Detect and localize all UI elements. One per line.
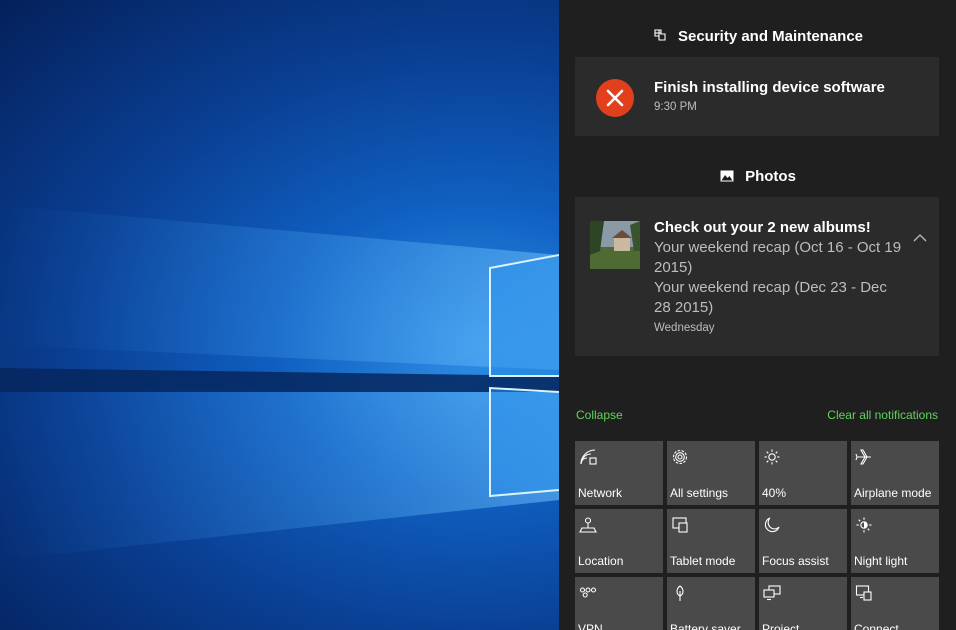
location-icon	[579, 517, 597, 533]
quick-action-label: Connect	[854, 622, 899, 630]
quick-action-label: Airplane mode	[854, 486, 932, 500]
notification-body-line-1: Your weekend recap (Oct 16 - Oct 19 2015…	[654, 239, 902, 276]
desktop-wallpaper	[0, 0, 559, 630]
connect-icon	[855, 585, 872, 601]
network-icon	[580, 449, 597, 465]
quick-action-airplane-mode[interactable]: Airplane mode	[851, 441, 939, 505]
project-icon	[763, 585, 781, 601]
quick-action-battery-saver[interactable]: Battery saver	[667, 577, 755, 630]
quick-action-label: VPN	[578, 622, 603, 630]
photos-group-title: Photos	[745, 167, 796, 185]
chevron-up-icon[interactable]	[913, 233, 927, 243]
quick-action-label: Focus assist	[762, 554, 829, 568]
quick-action-location[interactable]: Location	[575, 509, 663, 573]
tablet-mode-icon	[672, 517, 688, 533]
quick-action-night-light[interactable]: Night light	[851, 509, 939, 573]
notification-security[interactable]: Finish installing device software 9:30 P…	[575, 57, 939, 136]
vpn-icon	[579, 587, 597, 598]
quick-action-focus-assist[interactable]: Focus assist	[759, 509, 847, 573]
quick-action-connect[interactable]: Connect	[851, 577, 939, 630]
gear-icon	[672, 449, 688, 465]
security-maintenance-icon	[654, 29, 666, 41]
notification-photos[interactable]: Check out your 2 new albums! Your weeken…	[575, 197, 939, 356]
quick-action-label: Battery saver	[670, 622, 741, 630]
quick-action-label: Tablet mode	[670, 554, 736, 568]
quick-action-label: Network	[578, 486, 623, 500]
quick-action-label: 40%	[762, 486, 787, 500]
notification-time: 9:30 PM	[654, 101, 697, 113]
airplane-icon	[855, 449, 871, 465]
quick-action-label: All settings	[670, 486, 729, 500]
quick-action-project[interactable]: Project	[759, 577, 847, 630]
error-icon	[596, 79, 634, 117]
quick-action-network[interactable]: Network	[575, 441, 663, 505]
quick-action-label: Project	[762, 622, 800, 630]
brightness-icon	[764, 449, 780, 465]
photos-icon	[720, 170, 734, 182]
quick-action-all-settings[interactable]: All settings	[667, 441, 755, 505]
notification-title: Check out your 2 new albums!	[654, 219, 871, 236]
notification-time: Wednesday	[654, 322, 715, 334]
clear-all-notifications-link[interactable]: Clear all notifications	[827, 408, 938, 422]
security-group-header[interactable]: Security and Maintenance	[559, 21, 956, 51]
quick-action-brightness[interactable]: 40%	[759, 441, 847, 505]
collapse-link[interactable]: Collapse	[576, 408, 623, 422]
battery-saver-icon	[676, 585, 684, 601]
notification-title: Finish installing device software	[654, 79, 885, 96]
quick-action-vpn[interactable]: VPN	[575, 577, 663, 630]
quick-action-label: Night light	[854, 554, 908, 568]
security-group-title: Security and Maintenance	[677, 27, 864, 45]
moon-icon	[764, 517, 780, 533]
action-center-panel: Security and Maintenance Finish installi…	[559, 0, 956, 630]
quick-action-label: Location	[578, 554, 624, 568]
photos-group-header[interactable]: Photos	[559, 161, 956, 191]
night-light-icon	[856, 517, 872, 533]
quick-action-tablet-mode[interactable]: Tablet mode	[667, 509, 755, 573]
album-thumbnail	[590, 221, 640, 269]
notification-body-line-2: Your weekend recap (Dec 23 - Dec 28 2015…	[654, 279, 887, 316]
